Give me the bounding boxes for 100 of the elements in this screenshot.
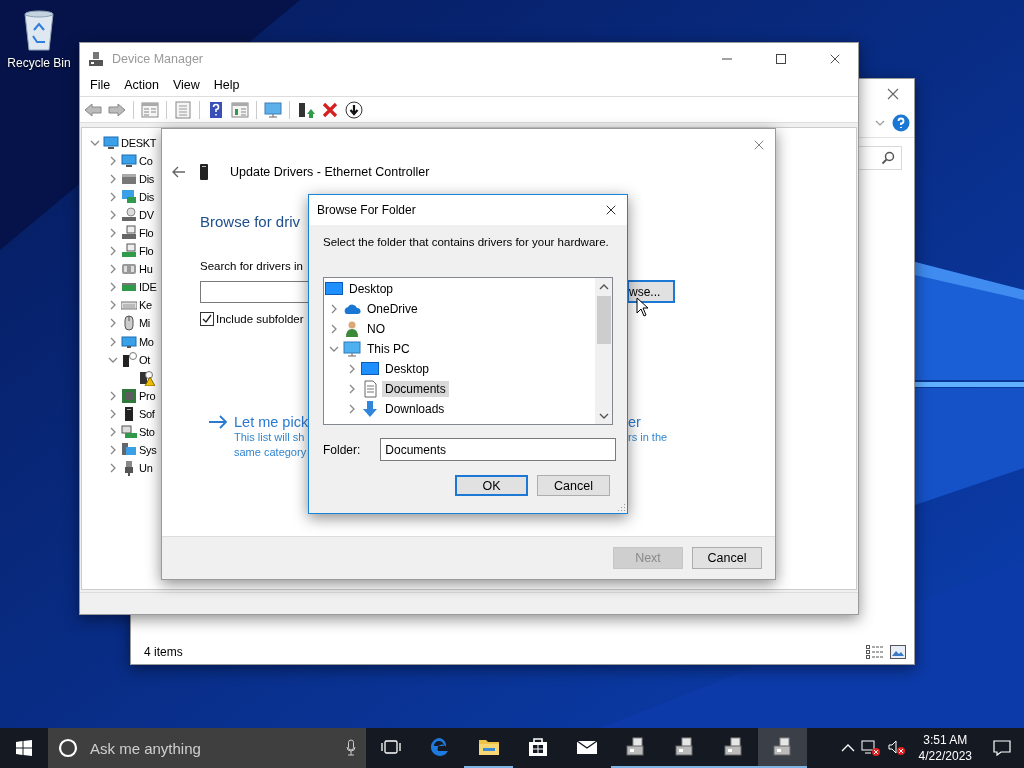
tree-item[interactable]: Sto bbox=[139, 425, 155, 438]
desktop-icon bbox=[361, 360, 379, 378]
tree-item[interactable]: Documents bbox=[382, 381, 449, 397]
clock-time[interactable]: 3:51 AM bbox=[923, 732, 968, 748]
system-device-icon bbox=[121, 441, 137, 458]
drive-icon bbox=[121, 225, 137, 242]
folder-tree[interactable]: Desktop OneDrive NO This PC Desktop Documents Downloads bbox=[323, 277, 613, 425]
dialog-button[interactable]: OK bbox=[455, 475, 528, 496]
tree-item[interactable]: Ot bbox=[139, 353, 150, 366]
description-text: rs in the bbox=[628, 430, 668, 445]
unknown-device-icon bbox=[121, 351, 137, 368]
menu-item[interactable]: Action bbox=[117, 78, 166, 92]
scrollbar-thumb[interactable] bbox=[596, 296, 611, 344]
storage-controller-icon bbox=[121, 423, 137, 440]
desktop-icon-label[interactable]: Recycle Bin bbox=[7, 56, 71, 70]
taskbar-app-button[interactable] bbox=[758, 728, 807, 768]
checkbox[interactable] bbox=[200, 312, 214, 326]
volume-muted-icon[interactable] bbox=[886, 739, 907, 757]
download-icon[interactable] bbox=[344, 99, 364, 120]
heading: Browse for driv bbox=[200, 213, 302, 230]
clock-date[interactable]: 4/22/2023 bbox=[918, 748, 972, 764]
help-icon[interactable] bbox=[892, 113, 910, 132]
status-text: 4 items bbox=[144, 645, 184, 659]
tree-item[interactable]: Hu bbox=[139, 263, 153, 276]
search-icon bbox=[881, 151, 895, 165]
monitor-icon bbox=[121, 153, 137, 170]
monitor-icon[interactable] bbox=[263, 99, 283, 120]
processor-icon bbox=[121, 387, 137, 404]
tree-item[interactable]: This PC bbox=[364, 341, 413, 357]
tree-item[interactable]: Mi bbox=[139, 317, 150, 330]
details-view-icon[interactable] bbox=[866, 645, 884, 659]
list-icon[interactable] bbox=[173, 99, 193, 120]
link[interactable]: Let me pick bbox=[234, 414, 309, 430]
menu-item[interactable]: View bbox=[165, 78, 207, 92]
network-error-icon[interactable] bbox=[860, 739, 881, 757]
tree-item[interactable]: Downloads bbox=[382, 401, 448, 417]
tree-item[interactable]: Pro bbox=[139, 389, 156, 402]
panel-icon[interactable] bbox=[230, 99, 250, 120]
tree-item[interactable]: Mo bbox=[139, 335, 154, 348]
tree-item[interactable]: IDE bbox=[139, 281, 157, 294]
download-arrow-icon bbox=[361, 400, 379, 418]
chevron-up-icon[interactable] bbox=[840, 743, 855, 753]
dialog-title: Update Drivers - Ethernet Controller bbox=[230, 165, 430, 179]
large-icons-view-icon[interactable] bbox=[890, 645, 906, 659]
dialog-title: Browse For Folder bbox=[317, 203, 417, 217]
tree-item[interactable]: Sys bbox=[139, 443, 157, 456]
tree-item[interactable]: Flo bbox=[139, 245, 154, 258]
device-manager-icon bbox=[88, 50, 104, 67]
properties-icon[interactable] bbox=[140, 99, 160, 120]
tree-item[interactable]: Flo bbox=[139, 227, 154, 240]
tree-item[interactable]: Un bbox=[139, 461, 153, 474]
windows-logo-icon bbox=[16, 740, 32, 756]
scroll-up-icon[interactable] bbox=[598, 282, 609, 291]
description-text: This list will sh bbox=[234, 431, 305, 443]
maximize-icon[interactable] bbox=[775, 52, 787, 65]
description-text: same category bbox=[234, 446, 307, 458]
search-box[interactable]: Ask me anything bbox=[48, 728, 366, 768]
warning-device-icon bbox=[139, 369, 155, 386]
computer-icon bbox=[343, 340, 361, 358]
notification-icon[interactable] bbox=[993, 739, 1011, 757]
tree-item[interactable]: Ke bbox=[139, 299, 152, 312]
field-label: Folder: bbox=[323, 442, 361, 457]
tree-item[interactable]: NO bbox=[364, 321, 388, 337]
menu-item[interactable]: File bbox=[83, 78, 118, 92]
close-icon[interactable] bbox=[605, 204, 617, 216]
drive-controller-icon bbox=[121, 243, 137, 260]
instruction-text: Select the folder that contains drivers for your hardware. bbox=[323, 236, 610, 248]
close-icon[interactable] bbox=[829, 52, 841, 65]
optical-drive-icon bbox=[121, 207, 137, 224]
mouse-pointer-icon bbox=[636, 297, 649, 317]
tree-item[interactable]: DESKT bbox=[121, 137, 157, 149]
device-icon bbox=[200, 164, 208, 180]
search-input[interactable]: Ask me anything bbox=[88, 738, 336, 758]
checkmark-icon bbox=[202, 314, 212, 324]
menu-item[interactable]: Help bbox=[206, 78, 247, 92]
dialog-button[interactable]: Cancel bbox=[537, 475, 610, 496]
monitor-icon bbox=[121, 333, 137, 350]
document-icon bbox=[361, 380, 379, 398]
back-arrow-icon[interactable] bbox=[172, 166, 186, 178]
resize-grip-icon[interactable] bbox=[617, 503, 626, 512]
close-icon[interactable] bbox=[886, 86, 900, 101]
task-view-icon bbox=[380, 739, 401, 755]
link[interactable]: er bbox=[628, 414, 641, 430]
tree-item[interactable]: Desktop bbox=[382, 361, 433, 377]
tree-item[interactable]: OneDrive bbox=[364, 301, 421, 317]
tree-item[interactable]: DV bbox=[139, 209, 154, 222]
arrow-right-icon bbox=[208, 414, 228, 430]
dialog-button[interactable]: Cancel bbox=[692, 547, 762, 569]
field-label: Search for drivers in bbox=[200, 260, 304, 272]
tree-item[interactable]: Sof bbox=[139, 407, 155, 420]
tree-item[interactable]: Co bbox=[139, 155, 153, 168]
display-adapter-icon bbox=[121, 189, 137, 206]
folder-field[interactable]: Documents bbox=[380, 438, 617, 461]
tree-item[interactable]: Dis bbox=[139, 191, 154, 204]
window-title: Device Manager bbox=[112, 51, 204, 66]
scroll-down-icon[interactable] bbox=[598, 411, 609, 420]
browse-button[interactable]: wse... bbox=[627, 280, 675, 303]
user-icon bbox=[343, 320, 361, 338]
tree-item[interactable]: Dis bbox=[139, 173, 154, 186]
tree-item[interactable]: Desktop bbox=[346, 281, 397, 297]
